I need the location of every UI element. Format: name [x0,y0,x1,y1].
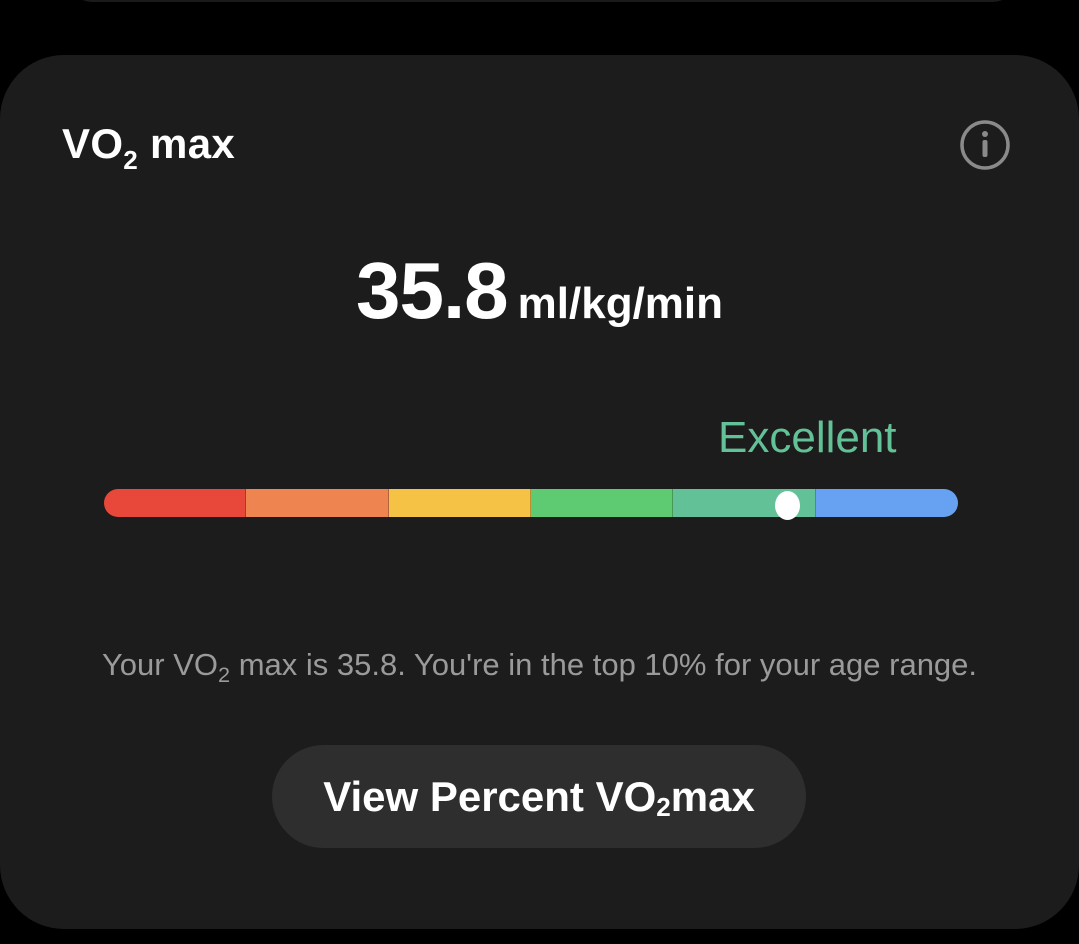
gauge-segment-3 [388,489,531,517]
summary-text: Your VO2 max is 35.8. You're in the top … [101,647,978,687]
gauge-segment-2 [246,489,389,517]
previous-card-edge [70,0,1015,2]
vo2-max-card: VO2 max 35.8 ml/kg/min Excellent Your VO2… [0,55,1079,929]
gauge-segment-4 [530,489,674,517]
view-percent-vo2-max-button[interactable]: View Percent VO 2 max [272,745,806,848]
gauge-segment-6 [815,489,958,517]
rating-label: Excellent [718,413,897,462]
vo2-unit: ml/kg/min [517,279,724,328]
rating-gauge-bar [104,489,958,517]
vo2-value-readout: 35.8 ml/kg/min [0,245,1079,337]
card-title: VO2 max [62,120,236,175]
gauge-segment-1 [104,489,247,517]
info-icon[interactable] [958,118,1012,172]
vo2-value: 35.8 [355,246,509,335]
